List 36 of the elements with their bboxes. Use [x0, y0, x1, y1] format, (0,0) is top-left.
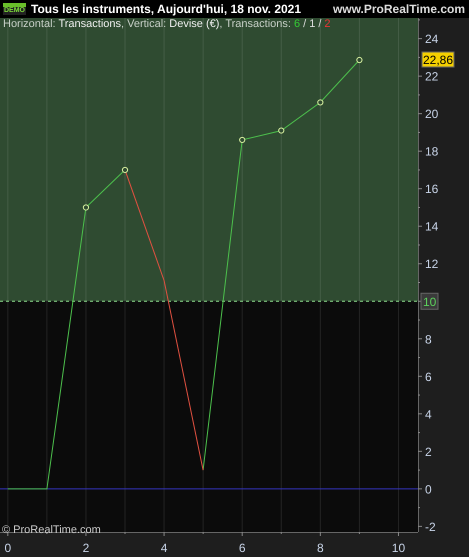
- website-text: www.ProRealTime.com: [332, 2, 465, 16]
- trade-marker: [278, 127, 284, 134]
- y-tick-label: 24: [425, 32, 438, 46]
- count-value: 6: [294, 18, 300, 30]
- trade-marker: [122, 166, 128, 174]
- y-tick-label: -2: [425, 520, 436, 534]
- price-label: 22,86: [422, 52, 454, 68]
- x-tick-label: 10: [392, 541, 406, 555]
- x-tick-label: 8: [317, 541, 324, 555]
- count-value: 2: [324, 18, 331, 30]
- chart-title: Tous les instruments, Aujourd'hui, 18 nov. 2021: [31, 2, 302, 16]
- x-tick-label: 4: [160, 541, 168, 555]
- x-tick-label: 6: [238, 541, 246, 555]
- y-tick-label: 2: [425, 444, 432, 459]
- y-tick-label: 6: [425, 370, 432, 384]
- copyright-text: © ProRealTime.com: [2, 524, 101, 536]
- count-value: 1: [309, 18, 316, 30]
- x-tick-label: 0: [4, 541, 12, 555]
- trade-marker: [356, 56, 362, 64]
- y-tick-label: 8: [425, 332, 432, 346]
- y-tick-label: 18: [425, 144, 438, 159]
- y-tick-label: 14: [425, 220, 438, 234]
- trade-marker: [82, 204, 90, 211]
- y-tick-label: 22: [425, 70, 438, 84]
- y-tick-label: 0: [425, 482, 432, 496]
- separator: /: [317, 18, 322, 30]
- y-tick-label: 4: [425, 407, 432, 422]
- y-tick-label: 20: [425, 107, 438, 122]
- y-tick-label: 16: [425, 182, 438, 196]
- x-tick-label: 2: [82, 541, 90, 555]
- trade-marker: [317, 99, 324, 106]
- threshold-label: 10: [420, 292, 438, 310]
- y-tick-label: 12: [425, 257, 438, 272]
- legend-text: Horizontal: Transactions, Vertical: Devise (€), Transactions:: [3, 18, 292, 30]
- trade-marker: [239, 136, 246, 144]
- separator: /: [302, 18, 308, 30]
